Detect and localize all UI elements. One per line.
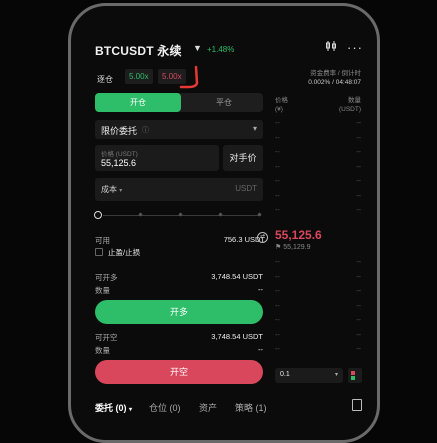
amount-slider-knob[interactable] [94, 211, 102, 219]
orderbook-qty-cell: -- [356, 192, 361, 200]
orderbook-qty-cell: -- [356, 259, 361, 266]
funding-rate: 资金费率 / 倒计时 0.002% / 04:48:07 [308, 69, 361, 87]
tab-orders[interactable]: 委托 (0) ▾ [95, 401, 132, 414]
orderbook-price-cell[interactable]: -- [275, 274, 280, 281]
trading-screen: BTCUSDT 永续 ▼ +1.48% ··· 逐仓 5.00x 5.00x 资… [81, 6, 367, 440]
order-history-icon[interactable] [352, 399, 362, 411]
orderbook-qty-cell: -- [356, 288, 361, 295]
available-label: 可用 [95, 236, 110, 245]
tab-close[interactable]: 平仓 [185, 93, 263, 112]
amount-slider-track[interactable] [103, 215, 261, 216]
info-icon[interactable]: ⓘ [142, 125, 149, 135]
orderbook-price-cell[interactable]: -- [275, 120, 280, 127]
orderbook-qty-cell: -- [356, 120, 361, 127]
orderbook-qty-cell: -- [356, 163, 361, 171]
open-long-button[interactable]: 开多 [95, 300, 263, 324]
long-leverage[interactable]: 5.00x [125, 69, 153, 84]
orderbook-price-cell[interactable]: -- [275, 193, 280, 200]
depth-value: 0.1 [280, 371, 290, 378]
funding-label: 资金费率 / 倒计时 [310, 70, 361, 77]
orderbook-price-cell[interactable]: -- [275, 346, 280, 353]
chevron-down-icon: ▾ [129, 407, 133, 413]
chevron-down-icon: ▾ [252, 124, 257, 133]
funding-value: 0.002% / 04:48:07 [308, 79, 361, 86]
orderbook-qty-cell: -- [356, 273, 361, 281]
cost-unit: USDT [235, 184, 257, 193]
flag-icon: ⚑ [275, 244, 282, 251]
long-qty-value: -- [258, 285, 263, 294]
tab-positions[interactable]: 仓位 (0) [149, 401, 181, 414]
tpsl-label[interactable]: 止盈/止损 [108, 247, 140, 258]
cost-input[interactable]: 成本 ▾ USDT [95, 178, 263, 201]
depth-view-icon [351, 371, 355, 375]
order-type-select[interactable]: 限价委托 ⓘ ▾ [95, 120, 263, 139]
orderbook-qty-cell: -- [356, 302, 361, 310]
price-change: +1.48% [207, 45, 235, 54]
counterparty-price-button[interactable]: 对手价 [223, 145, 263, 171]
orderbook-price-cell[interactable]: -- [275, 149, 280, 156]
orderbook-price-cell[interactable]: -- [275, 332, 280, 339]
orderbook-qty-cell: -- [356, 149, 361, 156]
mark-price: 55,125.6 [275, 228, 322, 242]
candle-icon [326, 41, 336, 51]
can-open-long-value: 3,748.54 USDT [211, 272, 263, 281]
cost-label: 成本 ▾ [101, 185, 123, 194]
orderbook-price-cell[interactable]: -- [275, 259, 280, 266]
depth-precision-select[interactable]: 0.1 ▾ [275, 368, 343, 383]
orderbook-view-button[interactable] [348, 368, 362, 383]
orderbook-price-cell[interactable]: -- [275, 178, 280, 185]
index-price: ⚑ 55,129.9 [275, 244, 311, 251]
tab-open[interactable]: 开仓 [95, 93, 181, 112]
short-qty-label: 数量 [95, 346, 110, 355]
chevron-down-icon: ▾ [334, 372, 338, 378]
orderbook-qty-cell: -- [356, 331, 361, 339]
chart-settings-icon[interactable] [325, 40, 337, 55]
price-label: 价格 (USDT) [101, 151, 138, 158]
phone-frame: BTCUSDT 永续 ▼ +1.48% ··· 逐仓 5.00x 5.00x 资… [68, 3, 380, 443]
orderbook-price-cell[interactable]: -- [275, 164, 280, 171]
orderbook-price-cell[interactable]: -- [275, 135, 280, 142]
orderbook-qty-cell: -- [356, 346, 361, 353]
orderbook-qty-header[interactable]: 数量 (USDT) [339, 96, 361, 114]
tpsl-checkbox[interactable] [95, 248, 103, 256]
short-qty-value: -- [258, 345, 263, 354]
orderbook-price-cell[interactable]: -- [275, 288, 280, 295]
orderbook-qty-cell: -- [356, 207, 361, 214]
more-icon[interactable]: ··· [347, 40, 363, 55]
depth-view-icon-bottom [351, 376, 355, 380]
long-qty-label: 数量 [95, 286, 110, 295]
price-value: 55,125.6 [101, 158, 137, 168]
orderbook-qty-cell: -- [356, 317, 361, 324]
tab-assets[interactable]: 资产 [199, 401, 217, 414]
can-open-short-value: 3,748.54 USDT [211, 332, 263, 341]
order-type-label: 限价委托 [101, 126, 138, 136]
orderbook-price-cell[interactable]: -- [275, 207, 280, 214]
orderbook-price-cell[interactable]: -- [275, 303, 280, 310]
orderbook-price-cell[interactable]: -- [275, 317, 280, 324]
price-input[interactable]: 价格 (USDT) 55,125.6 [95, 145, 219, 171]
can-open-long-label: 可开多 [95, 273, 118, 282]
tab-strategy[interactable]: 策略 (1) [235, 401, 267, 414]
symbol-dropdown-icon[interactable]: ▼ [193, 43, 202, 53]
orderbook-price-header: 价格 (¥) [275, 97, 288, 113]
symbol-title[interactable]: BTCUSDT 永续 [95, 42, 182, 59]
transfer-icon[interactable]: ⇄ [257, 232, 268, 243]
open-short-button[interactable]: 开空 [95, 360, 263, 384]
cost-dropdown-icon[interactable]: ▾ [119, 188, 122, 194]
can-open-short-label: 可开空 [95, 333, 118, 342]
orderbook-qty-cell: -- [356, 134, 361, 142]
orderbook-qty-cell: -- [356, 178, 361, 185]
annotation-arrow-mark [179, 65, 199, 89]
margin-mode[interactable]: 逐仓 [97, 74, 113, 85]
